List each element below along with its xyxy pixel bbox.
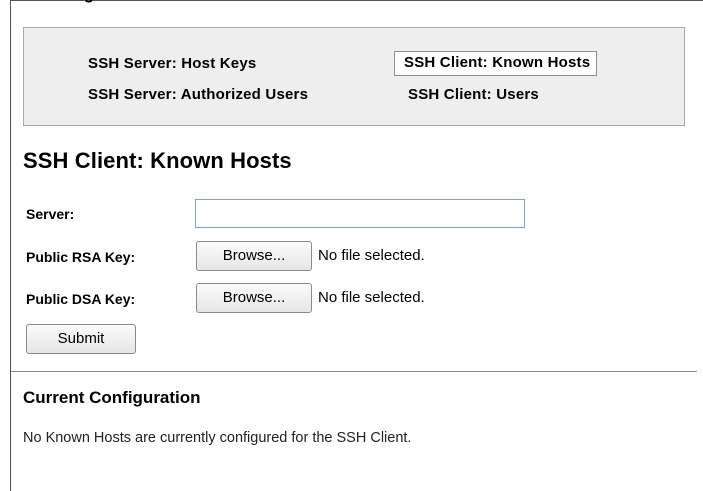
dsa-browse-button[interactable]: Browse... — [196, 283, 312, 313]
submit-button[interactable]: Submit — [26, 324, 136, 354]
rsa-browse-button[interactable]: Browse... — [196, 241, 312, 271]
section-divider — [11, 371, 697, 372]
server-label: Server: — [26, 206, 75, 222]
configuration-status: No Known Hosts are currently configured … — [23, 430, 412, 446]
nav-link-client-users[interactable]: SSH Client: Users — [408, 85, 539, 105]
partial-heading: g — [84, 0, 94, 3]
dsa-key-label: Public DSA Key: — [26, 291, 136, 307]
nav-link-host-keys[interactable]: SSH Server: Host Keys — [88, 54, 256, 74]
rsa-file-status: No file selected. — [318, 247, 425, 264]
nav-link-authorized-users[interactable]: SSH Server: Authorized Users — [88, 85, 308, 105]
ssh-nav-panel: SSH Server: Host Keys SSH Server: Author… — [23, 27, 685, 126]
server-input[interactable] — [195, 199, 525, 228]
page-title: SSH Client: Known Hosts — [23, 148, 292, 173]
nav-link-known-hosts[interactable]: SSH Client: Known Hosts — [394, 51, 598, 76]
dsa-file-status: No file selected. — [318, 289, 425, 306]
rsa-key-label: Public RSA Key: — [26, 249, 136, 265]
current-configuration-title: Current Configuration — [23, 388, 201, 407]
